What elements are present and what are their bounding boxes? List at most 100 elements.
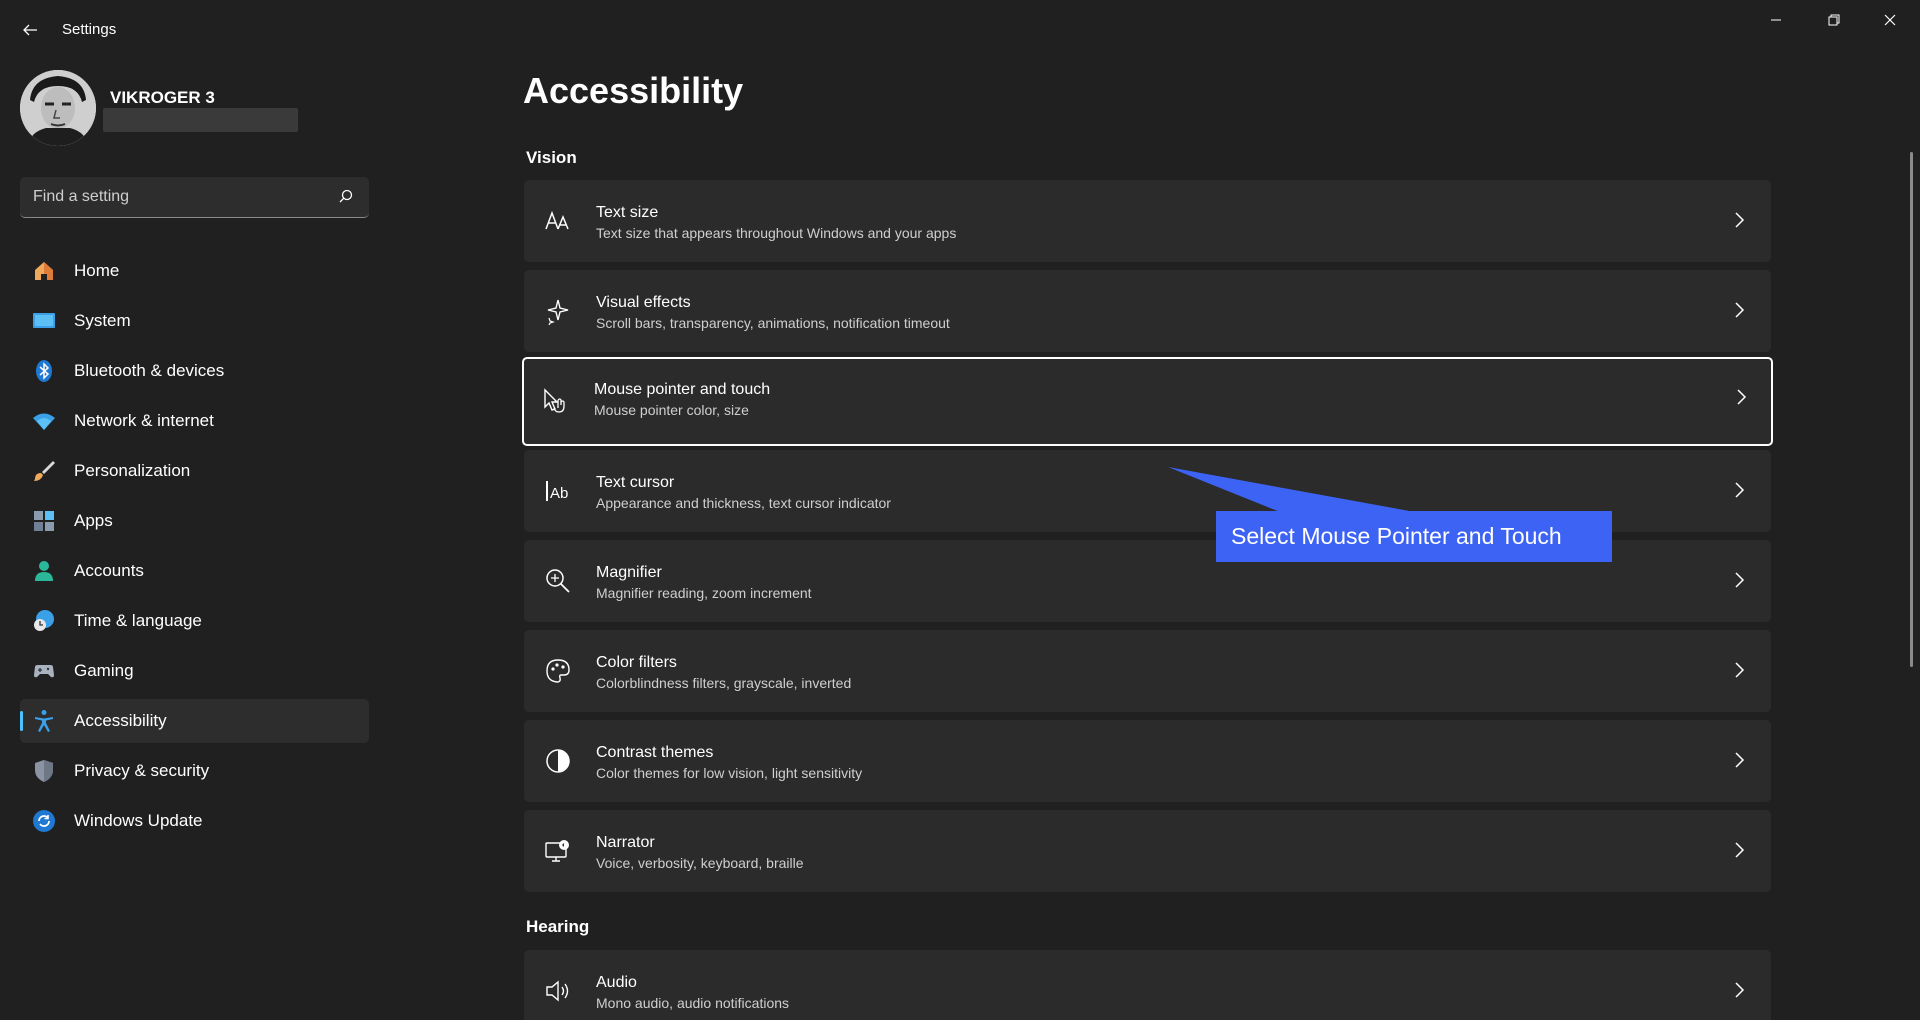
- palette-icon: [544, 657, 572, 685]
- user-email-redacted: [103, 108, 298, 132]
- text-cursor-icon: Ab: [544, 477, 572, 505]
- sidebar-item-label: Accessibility: [74, 711, 167, 730]
- gamepad-icon: [32, 659, 56, 683]
- sidebar-item-system[interactable]: System: [20, 299, 369, 343]
- restore-button[interactable]: [1806, 0, 1862, 40]
- restore-icon: [1828, 14, 1840, 26]
- sidebar-item-network[interactable]: Network & internet: [20, 399, 369, 443]
- avatar: [20, 70, 96, 146]
- sparkle-icon: [544, 297, 572, 325]
- sidebar-item-label: Personalization: [74, 461, 191, 480]
- sidebar-item-label: Windows Update: [74, 811, 203, 830]
- home-icon: [32, 259, 56, 283]
- card-text-size[interactable]: Text size Text size that appears through…: [524, 180, 1771, 262]
- sidebar-item-accessibility[interactable]: Accessibility: [20, 699, 369, 743]
- sidebar-item-gaming[interactable]: Gaming: [20, 649, 369, 693]
- chevron-right-icon: [1737, 389, 1747, 405]
- user-profile[interactable]: VIKROGER 3: [20, 70, 360, 146]
- sidebar-item-label: System: [74, 311, 131, 330]
- search-input[interactable]: [20, 177, 320, 217]
- chevron-right-icon: [1735, 662, 1745, 678]
- card-subtitle: Magnifier reading, zoom increment: [596, 585, 812, 601]
- accounts-icon: [32, 559, 56, 583]
- chevron-right-icon: [1735, 752, 1745, 768]
- card-subtitle: Mono audio, audio notifications: [596, 995, 790, 1011]
- sidebar-item-privacy-security[interactable]: Privacy & security: [20, 749, 369, 793]
- card-subtitle: Color themes for low vision, light sensi…: [596, 765, 863, 781]
- back-arrow-icon: [23, 24, 37, 36]
- card-mouse-pointer-touch[interactable]: Mouse pointer and touch Mouse pointer co…: [522, 357, 1773, 446]
- sidebar-item-label: Bluetooth & devices: [74, 361, 225, 380]
- search-icon[interactable]: [339, 189, 353, 203]
- sidebar-item-label: Home: [74, 261, 120, 280]
- app-title: Settings: [62, 21, 117, 38]
- card-title: Color filters: [596, 654, 677, 671]
- title-bar: Settings: [0, 0, 1920, 60]
- card-title: Visual effects: [596, 294, 691, 311]
- sidebar-item-label: Privacy & security: [74, 761, 210, 780]
- close-icon: [1884, 14, 1896, 26]
- active-indicator: [20, 711, 23, 731]
- sidebar-item-personalization[interactable]: Personalization: [20, 449, 369, 493]
- close-button[interactable]: [1862, 0, 1918, 40]
- chevron-right-icon: [1735, 842, 1745, 858]
- chevron-right-icon: [1735, 572, 1745, 588]
- card-subtitle: Voice, verbosity, keyboard, braille: [596, 855, 804, 871]
- sidebar-item-home[interactable]: Home: [20, 249, 369, 293]
- card-title: Text size: [596, 204, 659, 221]
- minimize-icon: [1771, 19, 1781, 21]
- sidebar-item-time-language[interactable]: Time & language: [20, 599, 369, 643]
- card-subtitle: Text size that appears throughout Window…: [596, 225, 957, 241]
- svg-text:Ab: Ab: [550, 485, 568, 502]
- sidebar-nav: Home System Bluetooth & devices Network …: [20, 249, 369, 849]
- sidebar-item-apps[interactable]: Apps: [20, 499, 369, 543]
- wifi-icon: [32, 409, 56, 433]
- bluetooth-icon: [32, 359, 56, 383]
- narrator-icon: [544, 837, 572, 865]
- card-title: Narrator: [596, 834, 655, 851]
- magnifier-icon: [544, 567, 572, 595]
- card-audio[interactable]: Audio Mono audio, audio notifications: [524, 950, 1771, 1020]
- section-vision: Vision: [526, 148, 577, 167]
- speaker-icon: [544, 977, 572, 1005]
- card-title: Text cursor: [596, 474, 675, 491]
- sidebar-item-label: Network & internet: [74, 411, 214, 430]
- back-button[interactable]: [14, 14, 46, 46]
- chevron-right-icon: [1735, 982, 1745, 998]
- card-subtitle: Colorblindness filters, grayscale, inver…: [596, 675, 852, 691]
- card-visual-effects[interactable]: Visual effects Scroll bars, transparency…: [524, 270, 1771, 352]
- search-box[interactable]: [20, 177, 369, 218]
- accessibility-icon: [32, 709, 56, 733]
- scrollbar[interactable]: [1910, 152, 1913, 667]
- pointer-touch-icon: [542, 387, 570, 415]
- shield-icon: [32, 759, 56, 783]
- card-title: Mouse pointer and touch: [594, 381, 771, 398]
- chevron-right-icon: [1735, 482, 1745, 498]
- minimize-button[interactable]: [1748, 0, 1804, 40]
- apps-icon: [32, 509, 56, 533]
- sidebar-item-label: Time & language: [74, 611, 202, 630]
- card-title: Contrast themes: [596, 744, 714, 761]
- section-hearing: Hearing: [526, 917, 590, 936]
- chevron-right-icon: [1735, 302, 1745, 318]
- sidebar-item-windows-update[interactable]: Windows Update: [20, 799, 369, 843]
- card-title: Magnifier: [596, 564, 662, 581]
- contrast-icon: [544, 747, 572, 775]
- sidebar-item-accounts[interactable]: Accounts: [20, 549, 369, 593]
- card-subtitle: Scroll bars, transparency, animations, n…: [596, 315, 950, 331]
- brush-icon: [32, 459, 56, 483]
- update-icon: [32, 809, 56, 833]
- globe-clock-icon: [32, 609, 56, 633]
- card-contrast-themes[interactable]: Contrast themes Color themes for low vis…: [524, 720, 1771, 802]
- page-title: Accessibility: [523, 70, 744, 111]
- card-narrator[interactable]: Narrator Voice, verbosity, keyboard, bra…: [524, 810, 1771, 892]
- system-icon: [32, 309, 56, 333]
- sidebar-item-label: Gaming: [74, 661, 134, 680]
- chevron-right-icon: [1735, 212, 1745, 228]
- card-color-filters[interactable]: Color filters Colorblindness filters, gr…: [524, 630, 1771, 712]
- sidebar-item-bluetooth[interactable]: Bluetooth & devices: [20, 349, 369, 393]
- user-name: VIKROGER 3: [110, 88, 215, 107]
- card-subtitle: Appearance and thickness, text cursor in…: [596, 495, 891, 511]
- sidebar-item-label: Apps: [74, 511, 113, 530]
- card-title: Audio: [596, 974, 637, 991]
